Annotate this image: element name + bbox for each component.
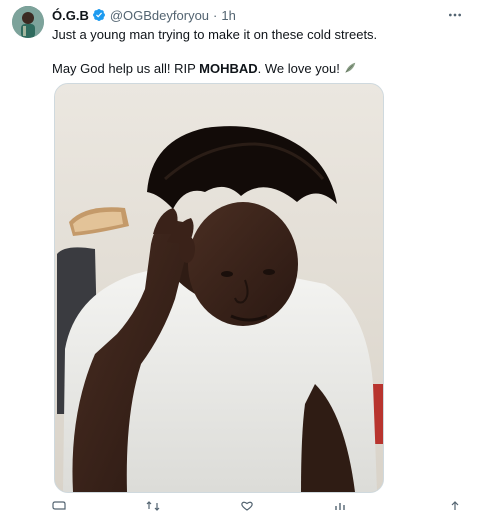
separator-dot: · xyxy=(213,7,218,23)
display-name[interactable]: Ó.G.B xyxy=(52,8,89,23)
tweet-text-line-2: May God help us all! RIP MOHBAD. We love… xyxy=(52,60,357,77)
verified-badge-icon xyxy=(92,8,106,22)
retweet-icon[interactable] xyxy=(146,498,160,511)
like-icon[interactable] xyxy=(240,498,254,511)
tweet-actions xyxy=(52,498,462,511)
more-options-icon[interactable] xyxy=(446,6,464,24)
avatar[interactable] xyxy=(12,6,44,38)
timestamp[interactable]: 1h xyxy=(221,8,235,23)
reply-icon[interactable] xyxy=(52,498,66,510)
bookmark-icon[interactable] xyxy=(448,498,462,510)
tweet-photo[interactable] xyxy=(54,83,384,493)
handle[interactable]: @OGBdeyforyou xyxy=(110,8,209,23)
leaf-emoji-icon xyxy=(343,61,357,75)
text-bold-name: MOHBAD xyxy=(199,61,258,76)
tweet-text-line-1: Just a young man trying to make it on th… xyxy=(52,27,378,42)
tweet-header: Ó.G.B @OGBdeyforyou · 1h xyxy=(52,6,236,24)
text-prefix: May God help us all! RIP xyxy=(52,61,200,76)
tweet[interactable]: Ó.G.B @OGBdeyforyou · 1h Just a young ma… xyxy=(0,0,478,511)
text-suffix: . We love you! xyxy=(257,61,340,76)
views-icon[interactable] xyxy=(334,498,348,510)
